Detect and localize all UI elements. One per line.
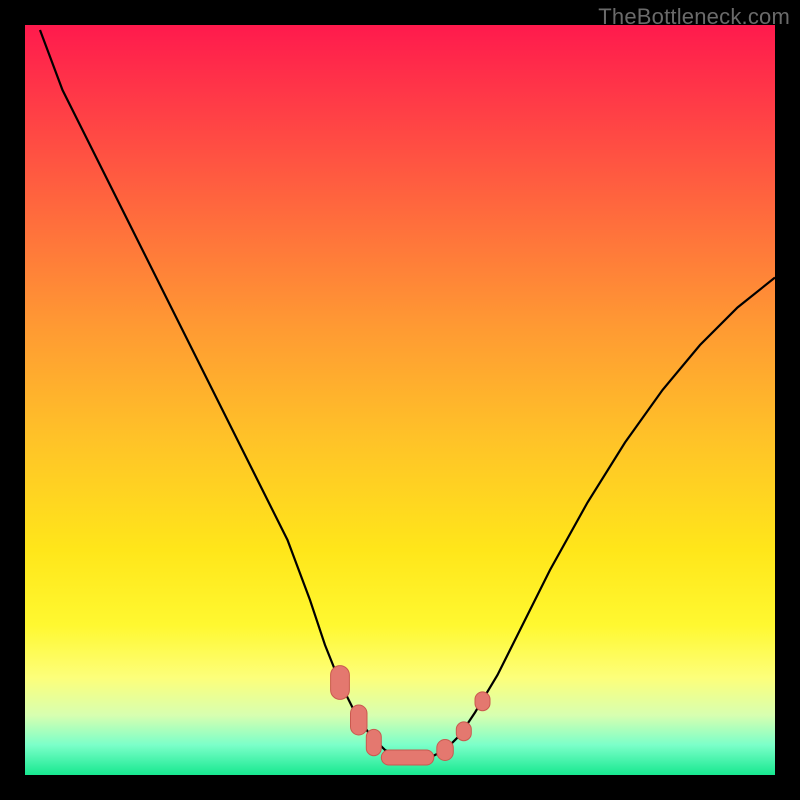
chart-frame [25, 25, 775, 775]
curve-marker [456, 722, 471, 741]
curve-marker [381, 750, 434, 765]
chart-svg [25, 25, 775, 775]
curve-marker [366, 729, 381, 755]
curve-marker [437, 740, 454, 761]
watermark-text: TheBottleneck.com [598, 4, 790, 30]
curve-marker [351, 705, 368, 735]
curve-markers [331, 666, 490, 765]
curve-marker [475, 692, 490, 711]
curve-marker [331, 666, 350, 700]
bottleneck-curve [40, 30, 775, 758]
